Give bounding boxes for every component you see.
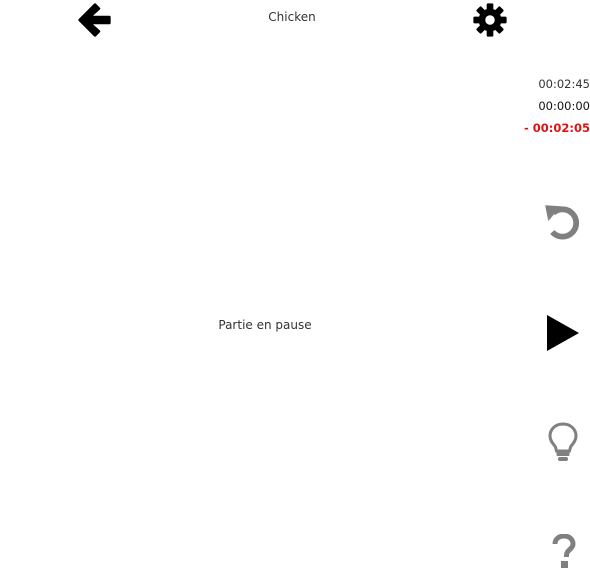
gear-icon xyxy=(471,1,509,39)
total-time: 00:02:45 xyxy=(538,77,590,91)
remaining-time: - 00:02:05 xyxy=(524,121,590,135)
question-icon xyxy=(551,534,577,570)
pause-message: Partie en pause xyxy=(218,318,312,332)
hint-button[interactable] xyxy=(547,421,579,463)
play-icon xyxy=(543,312,583,354)
undo-icon xyxy=(542,201,584,243)
help-button[interactable] xyxy=(551,534,577,570)
play-button[interactable] xyxy=(543,312,583,354)
settings-button[interactable] xyxy=(471,1,509,39)
undo-button[interactable] xyxy=(542,201,584,243)
lightbulb-icon xyxy=(547,421,579,463)
elapsed-time: 00:00:00 xyxy=(538,99,590,113)
